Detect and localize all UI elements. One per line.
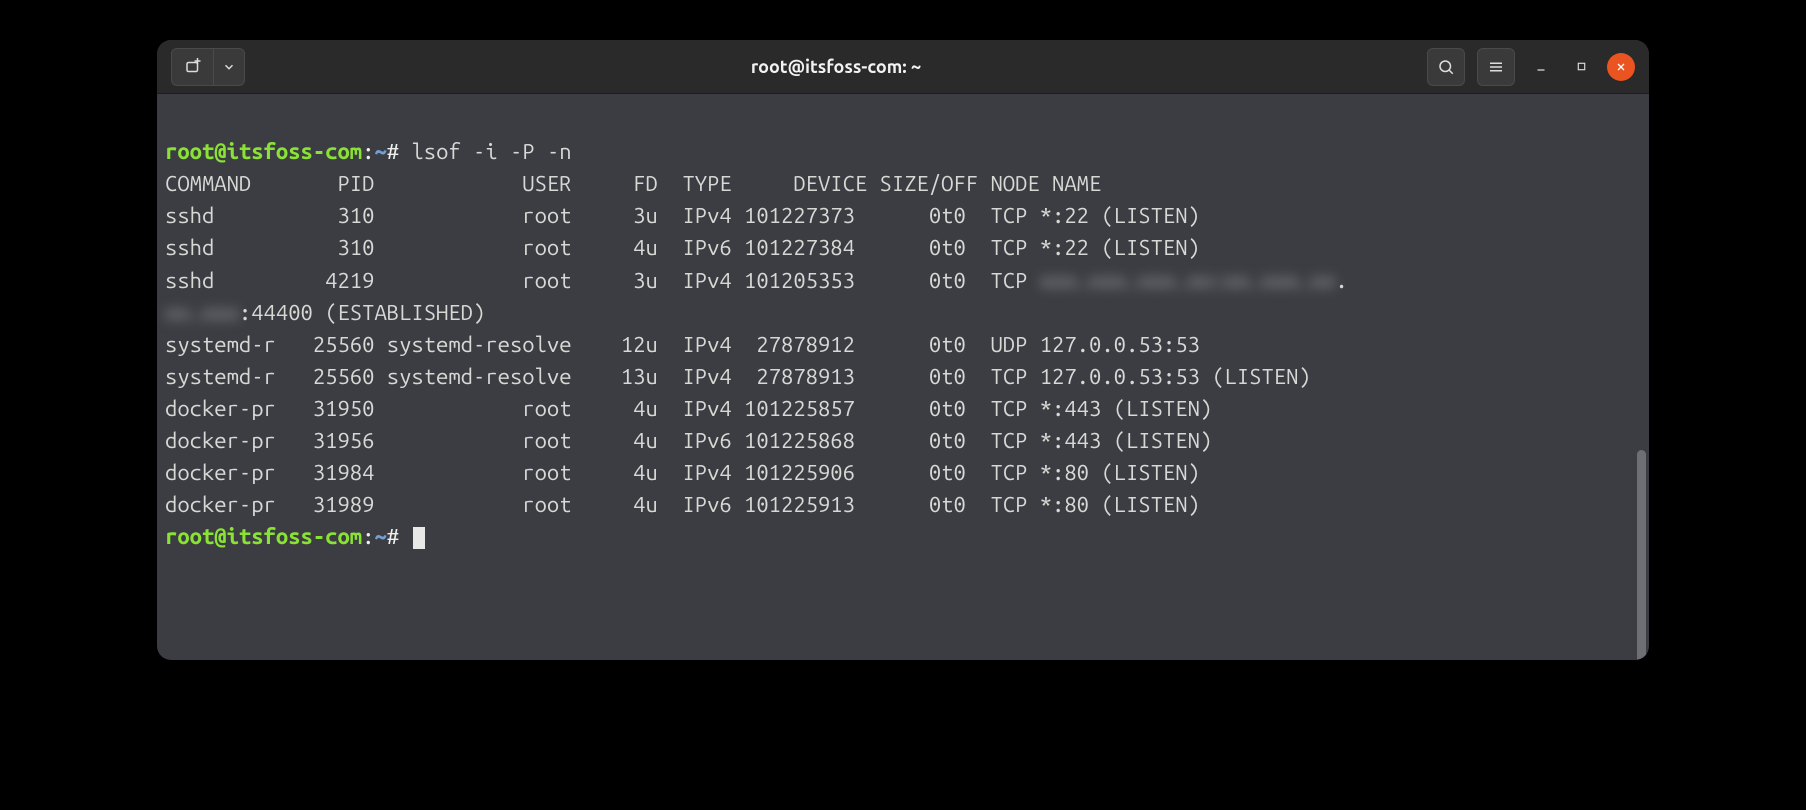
prompt-line: root@itsfoss-com:~# lsof -i -P -n [165,139,572,164]
output-continuation: :44400 (ESTABLISHED) [239,300,485,325]
output-row: docker-pr 31984 root 4u IPv4 101225906 0… [165,460,1200,485]
close-button[interactable] [1607,53,1635,81]
output-header: COMMAND PID USER FD TYPE DEVICE SIZE/OFF… [165,171,1101,196]
minimize-button[interactable] [1527,53,1555,81]
maximize-button[interactable] [1567,53,1595,81]
titlebar: root@itsfoss-com: ~ [157,40,1649,94]
prompt-path: ~ [374,524,386,549]
output-row: systemd-r 25560 systemd-resolve 13u IPv4… [165,364,1311,389]
output-row: systemd-r 25560 systemd-resolve 12u IPv4… [165,332,1200,357]
command-text: lsof -i -P -n [411,139,571,164]
prompt-user-host: root@itsfoss-com [165,139,362,164]
new-tab-button[interactable] [171,48,213,86]
output-row: docker-pr 31989 root 4u IPv6 101225913 0… [165,492,1200,517]
scrollbar-thumb[interactable] [1637,450,1646,660]
prompt-user-host: root@itsfoss-com [165,524,362,549]
maximize-icon [1576,61,1587,72]
chevron-down-icon [222,60,236,74]
prompt-sep: : [362,139,374,164]
new-tab-icon [184,58,202,76]
search-icon [1437,58,1455,76]
prompt-path: ~ [374,139,386,164]
close-icon [1615,61,1627,73]
output-row: sshd 310 root 3u IPv4 101227373 0t0 TCP … [165,203,1200,228]
terminal-window: root@itsfoss-com: ~ root@itsfoss-com:~# … [157,40,1649,660]
cursor [413,527,425,549]
minimize-icon [1535,61,1547,73]
tab-dropdown-button[interactable] [213,48,245,86]
window-title: root@itsfoss-com: ~ [253,57,1419,77]
output-row: sshd 310 root 4u IPv6 101227384 0t0 TCP … [165,235,1200,260]
titlebar-left-group [171,48,245,86]
output-row: docker-pr 31956 root 4u IPv6 101225868 0… [165,428,1212,453]
redacted-local: xx.xxx [165,300,239,325]
prompt-symbol: # [387,524,399,549]
output-row: docker-pr 31950 root 4u IPv4 101225857 0… [165,396,1212,421]
titlebar-right-group [1427,48,1635,86]
output-row-cont: . [1335,268,1347,293]
prompt-symbol: # [387,139,399,164]
prompt-line-2: root@itsfoss-com:~# [165,524,425,549]
hamburger-menu-button[interactable] [1477,48,1515,86]
prompt-sep: : [362,524,374,549]
terminal-body[interactable]: root@itsfoss-com:~# lsof -i -P -n COMMAN… [157,94,1649,660]
output-row: sshd 4219 root 3u IPv4 101205353 0t0 TCP [165,268,1040,293]
menu-icon [1487,58,1505,76]
redacted-ip: xxx.xxx.xxx.xx:xx.xxx.xx [1040,268,1336,293]
search-button[interactable] [1427,48,1465,86]
